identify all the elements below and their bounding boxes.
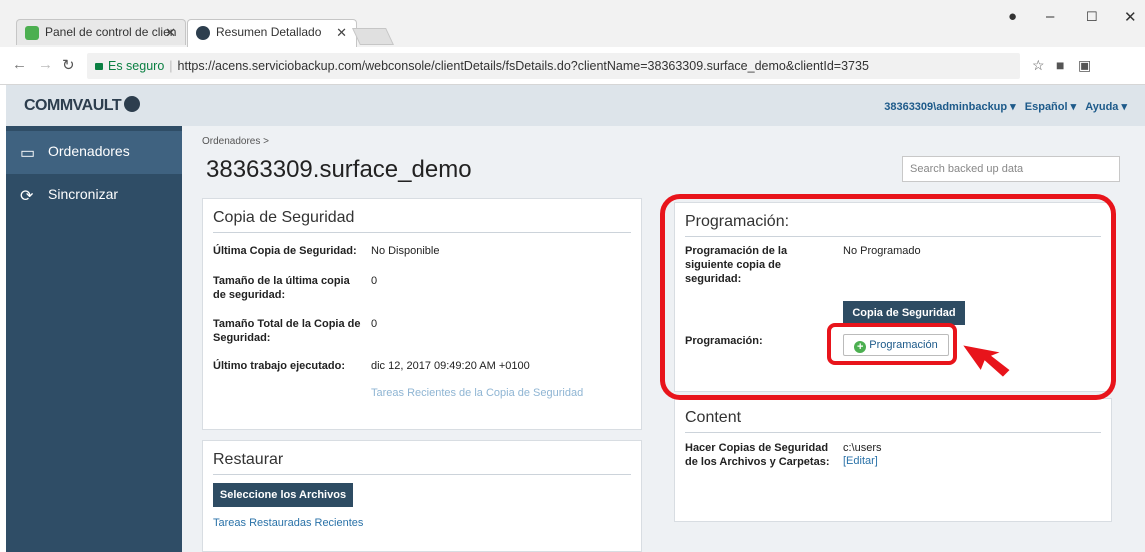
restore-panel: Restaurar Seleccione los Archivos Tareas…	[202, 440, 642, 552]
sidebar-item-label: Ordenadores	[48, 143, 130, 159]
edit-content-link[interactable]: [Editar]	[843, 455, 878, 467]
address-bar: ← → ↻ Es seguro | https://acens.servicioba…	[0, 47, 1145, 85]
reload-icon[interactable]: ↻	[62, 56, 75, 74]
extension-icon[interactable]: ▣	[1078, 57, 1091, 74]
breadcrumb[interactable]: Ordenadores >	[202, 136, 269, 147]
user-dropdown[interactable]: 38363309\adminbackup ▾	[884, 101, 1015, 113]
divider	[685, 432, 1101, 433]
laptop-icon: ▭	[20, 145, 36, 162]
last-job-value: dic 12, 2017 09:49:20 AM +0100	[371, 360, 530, 372]
last-backup-value: No Disponible	[371, 245, 440, 257]
close-icon[interactable]: ✕	[336, 25, 347, 41]
total-size-label: Tamaño Total de la Copia de Seguridad:	[213, 318, 361, 344]
total-size-value: 0	[371, 318, 378, 330]
tab-label: Panel de control de clien	[45, 25, 177, 39]
page-title: 38363309.surface_demo	[206, 156, 472, 183]
logo-text: COMMVAULT	[24, 97, 122, 114]
select-files-button[interactable]: Seleccione los Archivos	[213, 483, 353, 507]
panel-title: Copia de Seguridad	[213, 209, 355, 226]
secure-label: Es seguro	[108, 59, 165, 73]
content-path: c:\users	[843, 442, 882, 454]
last-size-label: Tamaño de la última copia de seguridad:	[213, 275, 350, 301]
last-backup-label: Última Copia de Seguridad:	[213, 245, 357, 257]
pointer-arrow-icon	[959, 342, 1013, 380]
highlight-frame-small	[827, 323, 957, 365]
forward-icon[interactable]: →	[38, 56, 53, 73]
tab-strip: Panel de control de clien ✕ Resumen Deta…	[0, 0, 1145, 47]
tab-label: Resumen Detallado	[216, 25, 322, 39]
tab-favicon-icon	[25, 26, 39, 40]
content-panel: Content Hacer Copias de Seguridad de los…	[674, 398, 1112, 522]
sidebar-item-sincronizar[interactable]: ⟳ Sincronizar	[6, 174, 182, 217]
minimize-icon[interactable]: –	[1046, 8, 1054, 25]
help-dropdown[interactable]: Ayuda ▾	[1085, 101, 1127, 113]
tab-resumen-detallado[interactable]: Resumen Detallado ✕	[187, 19, 357, 47]
browser-window: Panel de control de clien ✕ Resumen Deta…	[0, 0, 1145, 552]
last-job-label: Último trabajo ejecutado:	[213, 360, 346, 372]
url-field[interactable]: Es seguro | https://acens.serviciobackup.c…	[87, 53, 1020, 79]
lock-icon	[95, 63, 103, 70]
recent-restore-jobs-link[interactable]: Tareas Restauradas Recientes	[213, 517, 363, 529]
sidebar: ▭ Ordenadores ⟳ Sincronizar	[6, 126, 182, 552]
sync-icon: ⟳	[20, 188, 34, 205]
divider	[213, 232, 631, 233]
sidebar-item-ordenadores[interactable]: ▭ Ordenadores	[6, 131, 182, 174]
main-content: Ordenadores > 38363309.surface_demo Sear…	[182, 126, 1145, 552]
close-icon[interactable]: ✕	[165, 25, 176, 41]
user-menu: 38363309\adminbackup ▾ Español ▾ Ayuda ▾	[878, 100, 1127, 113]
tab-panel-control[interactable]: Panel de control de clien ✕	[16, 19, 186, 45]
commvault-logo: COMMVAULT	[24, 96, 141, 115]
maximize-icon[interactable]: ☐	[1086, 9, 1098, 25]
recent-backup-jobs-link[interactable]: Tareas Recientes de la Copia de Segurida…	[371, 387, 583, 399]
url-text: https://acens.serviciobackup.com/webcons…	[177, 59, 869, 73]
panel-title: Content	[685, 409, 742, 426]
search-input[interactable]: Search backed up data	[902, 156, 1120, 182]
divider	[213, 474, 631, 475]
back-icon[interactable]: ←	[12, 56, 27, 73]
content-label: Hacer Copias de Seguridad de los Archivo…	[685, 442, 830, 468]
highlight-frame	[660, 194, 1116, 400]
bookmark-star-icon[interactable]: ☆	[1032, 57, 1045, 74]
backup-panel: Copia de Seguridad Última Copia de Segur…	[202, 198, 642, 430]
panel-title: Restaurar	[213, 451, 284, 468]
window-close-icon[interactable]: ✕	[1124, 8, 1137, 26]
language-dropdown[interactable]: Español ▾	[1025, 101, 1076, 113]
logo-mark-icon	[124, 96, 141, 112]
sidebar-item-label: Sincronizar	[48, 186, 119, 202]
last-size-value: 0	[371, 275, 378, 287]
app-header: COMMVAULT 38363309\adminbackup ▾ Español…	[6, 85, 1145, 126]
new-tab-button[interactable]	[352, 28, 394, 45]
extension-icon[interactable]: ■	[1056, 57, 1064, 73]
profile-icon[interactable]: ●	[1008, 8, 1017, 25]
commvault-favicon-icon	[196, 26, 210, 40]
